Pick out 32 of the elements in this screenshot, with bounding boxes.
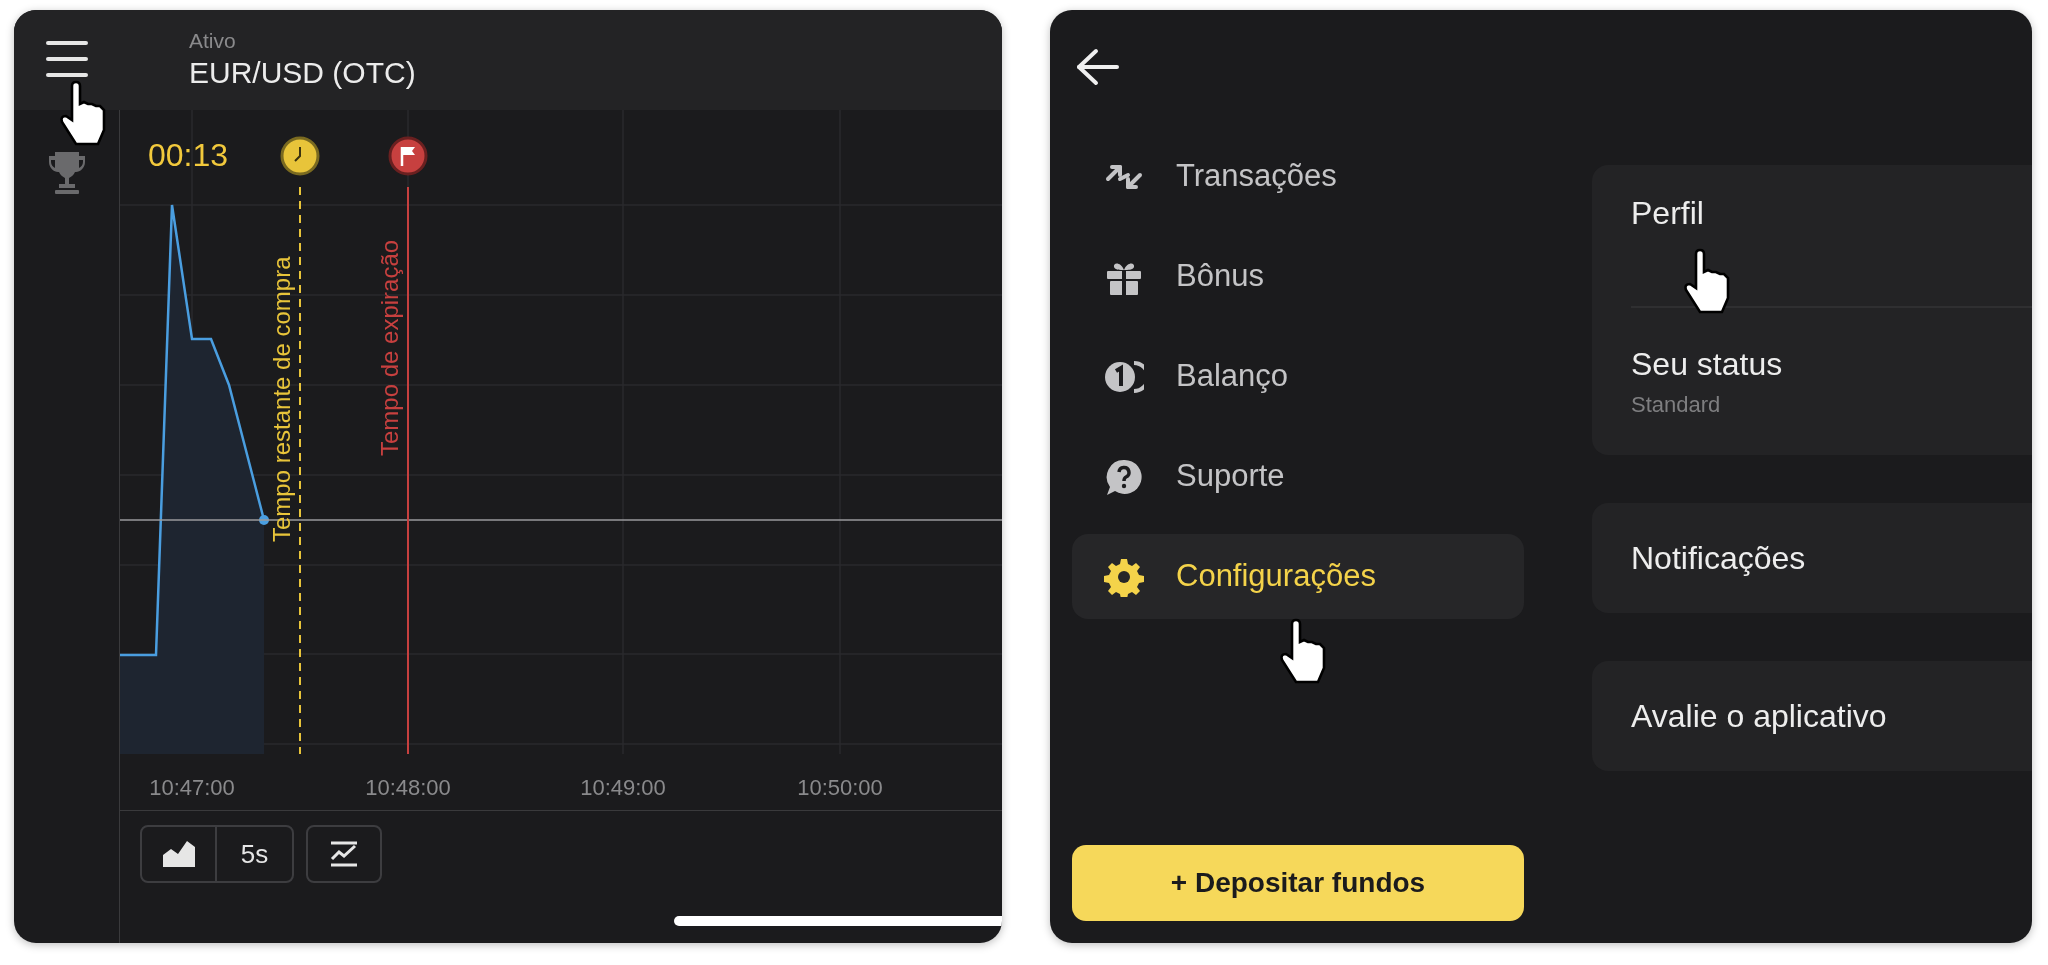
status-value: Standard	[1631, 390, 1722, 419]
settings-item[interactable]: Seu status	[1631, 343, 2032, 384]
indicators-button[interactable]	[306, 825, 382, 883]
indicators-icon	[329, 840, 359, 868]
expiration-time-label: Tempo de expiração	[376, 239, 404, 456]
menu-icon[interactable]	[45, 40, 89, 78]
time-axis-label: 10:48:00	[364, 774, 452, 802]
settings-item[interactable]: Perfil	[1631, 193, 2032, 233]
asset-label: Ativo	[189, 28, 237, 54]
hand-cursor-icon	[58, 80, 108, 148]
deposit-button[interactable]: + Depositar fundos	[1072, 845, 1524, 921]
menu-item[interactable]: Suporte	[1072, 434, 1524, 519]
trophy-icon[interactable]	[46, 150, 87, 194]
settings-item[interactable]: Notificações	[1631, 538, 2032, 578]
menu-item[interactable]: Configurações	[1072, 534, 1524, 619]
purchase-time-label: Tempo restante de compra	[268, 256, 296, 542]
asset-name[interactable]: EUR/USD (OTC)	[189, 54, 416, 92]
hand-cursor-icon	[1278, 618, 1328, 686]
menu-item[interactable]: Bônus	[1072, 234, 1524, 319]
area-chart-icon	[162, 841, 195, 867]
clock-icon	[280, 136, 320, 176]
gear-icon	[1104, 556, 1144, 597]
time-axis-label: 10:49:00	[579, 774, 667, 802]
menu-item[interactable]: Balanço	[1072, 334, 1524, 419]
time-axis-label: 10:50:00	[796, 774, 884, 802]
hand-cursor-icon	[1682, 248, 1732, 316]
time-axis-label: 10:47:00	[148, 774, 236, 802]
flag-icon	[388, 136, 428, 176]
menu-item[interactable]: Transações	[1072, 134, 1524, 219]
settings-item[interactable]: Avalie o aplicativo	[1631, 696, 2032, 736]
interval-button[interactable]: 5s	[217, 827, 292, 881]
countdown-timer: 00:13	[148, 137, 229, 173]
